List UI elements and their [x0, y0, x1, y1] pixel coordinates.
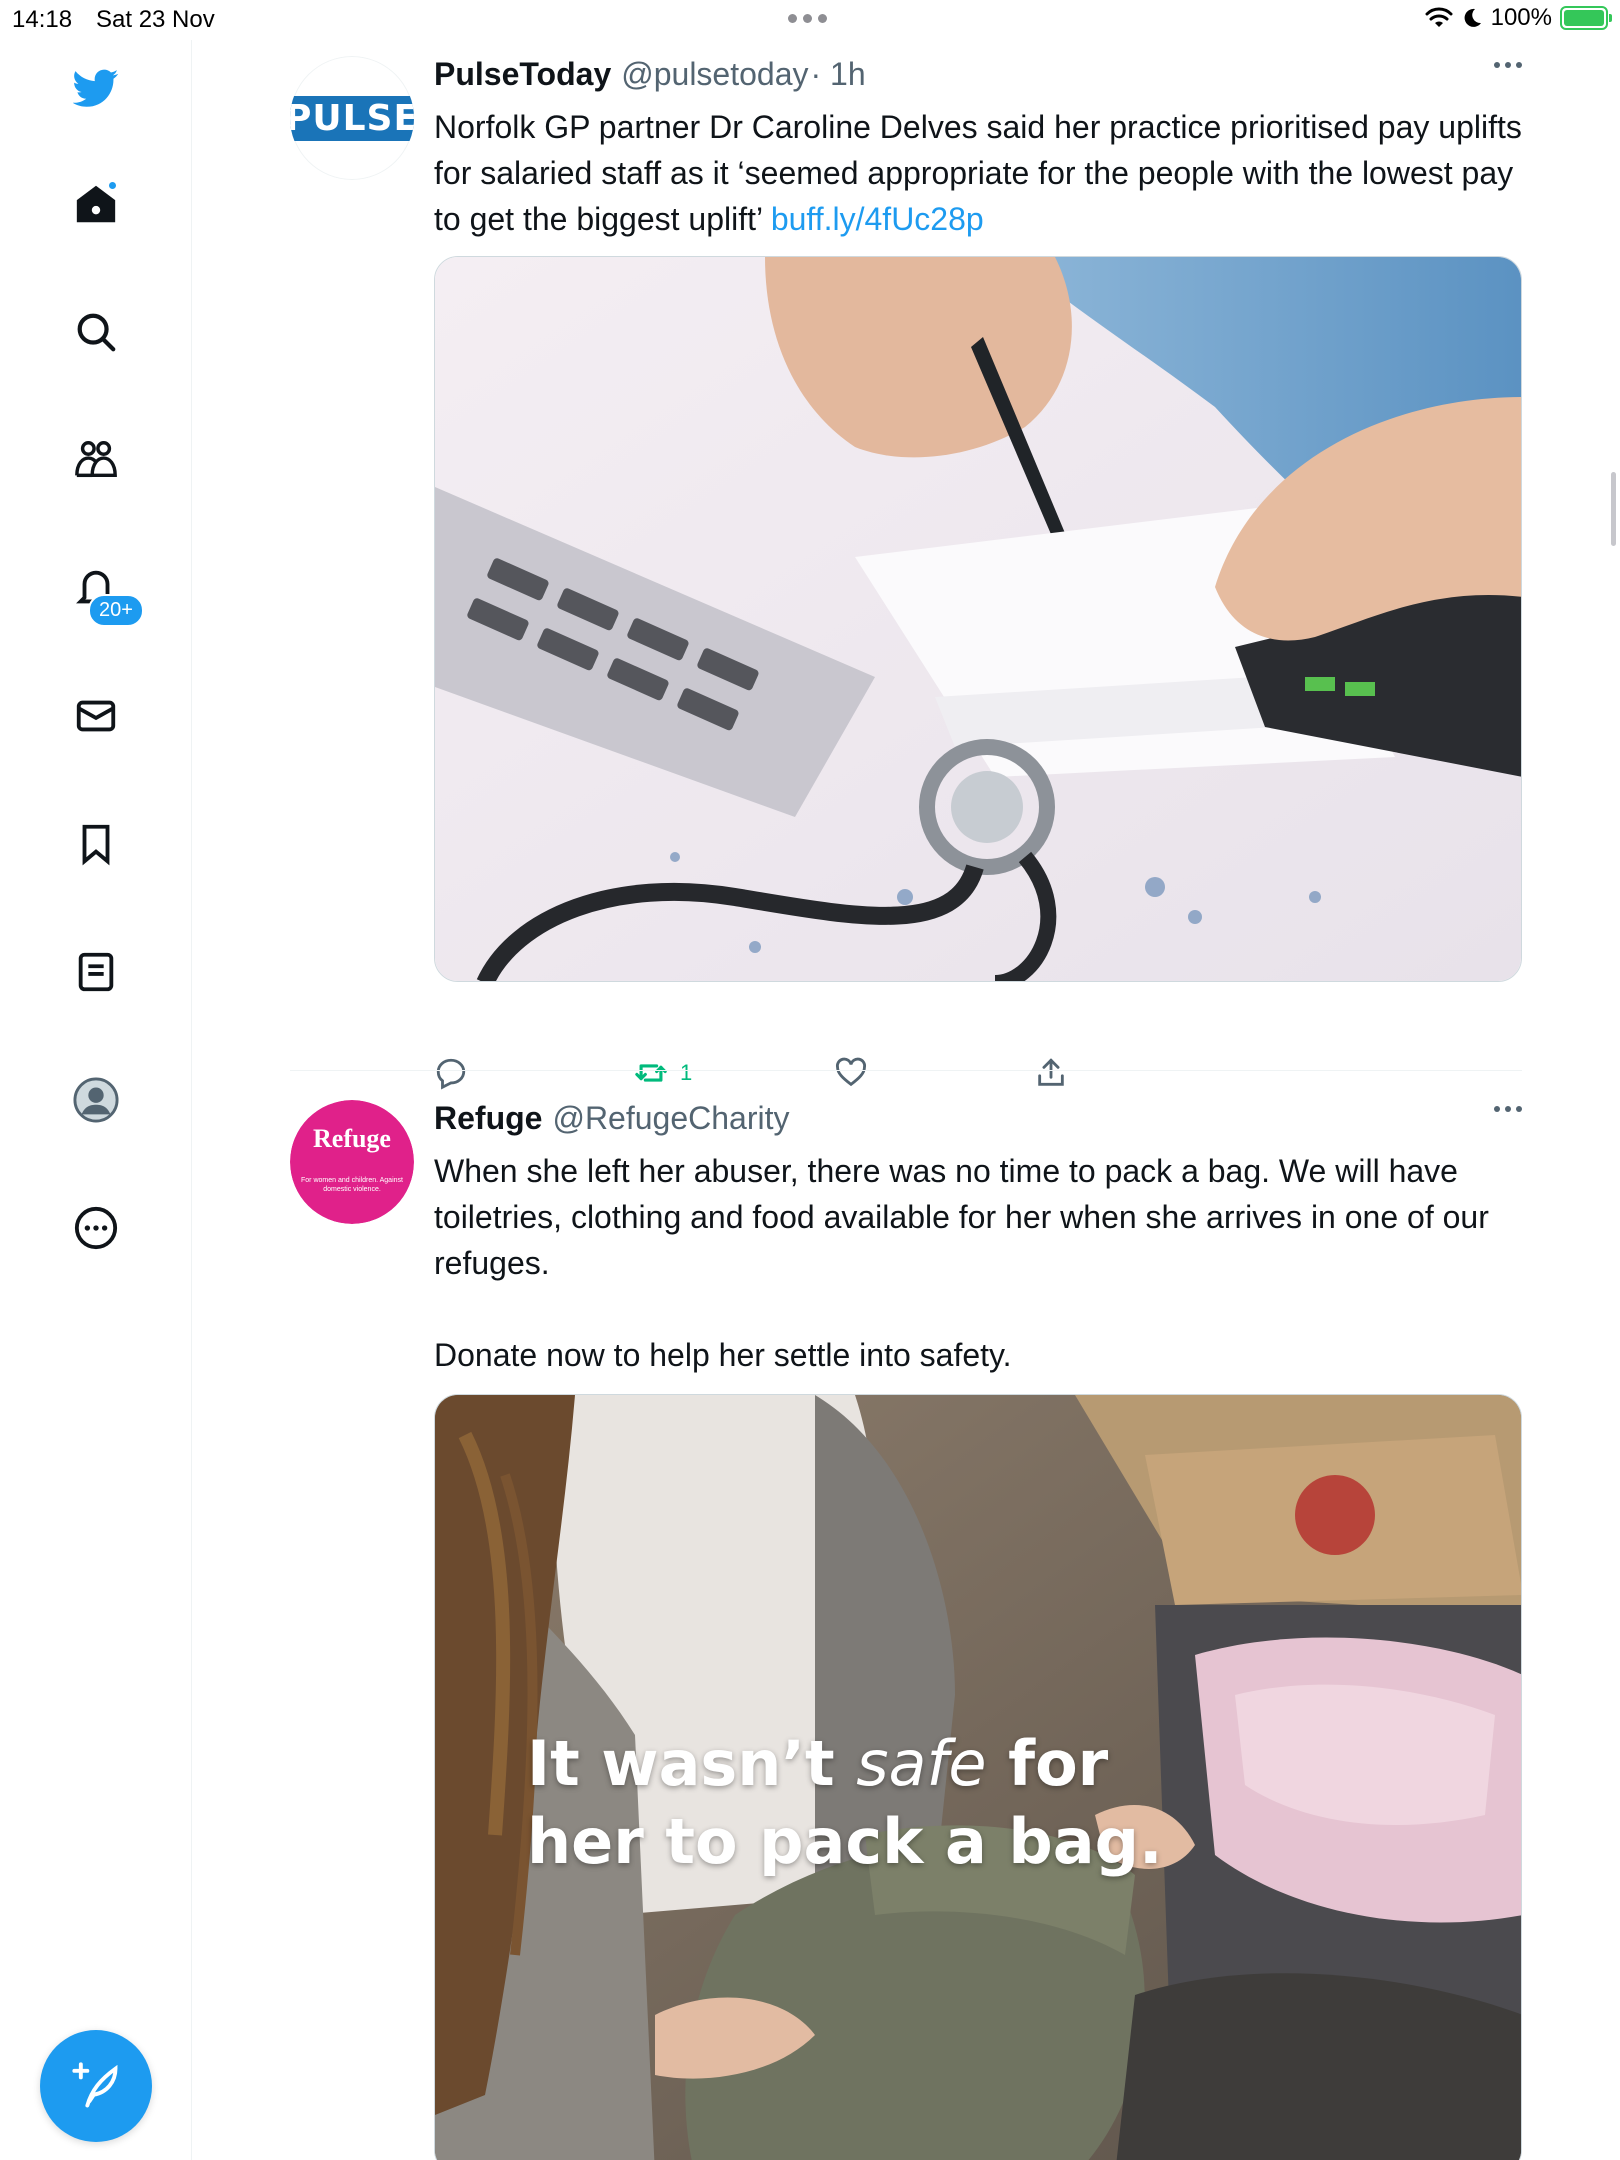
tweet-author-name[interactable]: Refuge [434, 1100, 542, 1137]
compose-icon [72, 2062, 118, 2108]
notifications-badge: 20+ [88, 594, 144, 627]
tweet-header: Refuge @RefugeCharity [434, 1100, 1522, 1148]
refuge-logo: Refuge [313, 1124, 391, 1153]
lists-icon[interactable] [70, 946, 122, 998]
tweet-image[interactable] [434, 256, 1522, 982]
tweet-more-icon[interactable] [1494, 1106, 1522, 1112]
status-date: Sat 23 Nov [96, 6, 215, 33]
wifi-icon [1425, 7, 1453, 27]
avatar-refuge[interactable]: Refuge For women and children. Against d… [290, 1100, 414, 1224]
refuge-logo-tagline: For women and children. Against domestic… [301, 1177, 403, 1193]
tweet-more-icon[interactable] [1494, 62, 1522, 68]
status-time: 14:18 [12, 6, 73, 33]
share-button[interactable] [1034, 1056, 1068, 1090]
search-icon[interactable] [70, 306, 122, 358]
retweet-icon [635, 1064, 667, 1082]
doctor-calculator-photo [435, 257, 1521, 981]
tweet-divider [290, 1070, 1522, 1071]
home-notification-dot [107, 180, 118, 191]
reply-icon [436, 1058, 466, 1090]
battery-icon [1560, 6, 1612, 30]
image-overlay-text: It wasn’t safe for her to pack a bag. [527, 1727, 1163, 1878]
profile-icon[interactable] [70, 1074, 122, 1126]
tweet-image[interactable]: It wasn’t safe for her to pack a bag. [434, 1394, 1522, 2160]
share-icon [1038, 1058, 1064, 1086]
reply-button[interactable] [434, 1056, 468, 1090]
heart-icon [836, 1057, 866, 1087]
retweet-button[interactable]: 1 [634, 1056, 692, 1090]
sidebar: 20+ [0, 40, 192, 2160]
tweet-time[interactable]: · 1h [811, 56, 866, 93]
multitasking-dots-icon[interactable] [788, 14, 827, 23]
moon-icon [1464, 8, 1481, 27]
home-icon[interactable] [70, 178, 122, 230]
twitter-logo-icon[interactable] [70, 62, 122, 114]
avatar-pulsetoday[interactable]: PULSE [290, 56, 414, 180]
like-button[interactable] [834, 1056, 868, 1090]
tweet-author-name[interactable]: PulseToday [434, 56, 611, 93]
status-bar: 14:18 Sat 23 Nov 100% [0, 0, 1620, 40]
battery-percent: 100% [1490, 4, 1552, 31]
tweet-link[interactable]: buff.ly/4fUc28p [771, 201, 984, 237]
compose-button[interactable] [40, 2030, 152, 2142]
tweet-text: Norfolk GP partner Dr Caroline Delves sa… [434, 109, 1522, 237]
retweet-count: 1 [680, 1060, 693, 1085]
pulse-logo: PULSE [290, 95, 414, 141]
tweet-actions: 1 [434, 1056, 1522, 1096]
tweet-author-handle[interactable]: @RefugeCharity [552, 1100, 789, 1137]
communities-icon[interactable] [70, 434, 122, 486]
tweet-author-handle[interactable]: @pulsetoday [621, 56, 808, 93]
tweet-text: When she left her abuser, there was no t… [434, 1153, 1489, 1373]
more-icon[interactable] [70, 1202, 122, 1254]
tweet-header: PulseToday @pulsetoday · 1h [434, 56, 1522, 104]
scroll-indicator[interactable] [1611, 472, 1616, 546]
messages-icon[interactable] [70, 690, 122, 742]
bookmarks-icon[interactable] [70, 818, 122, 870]
